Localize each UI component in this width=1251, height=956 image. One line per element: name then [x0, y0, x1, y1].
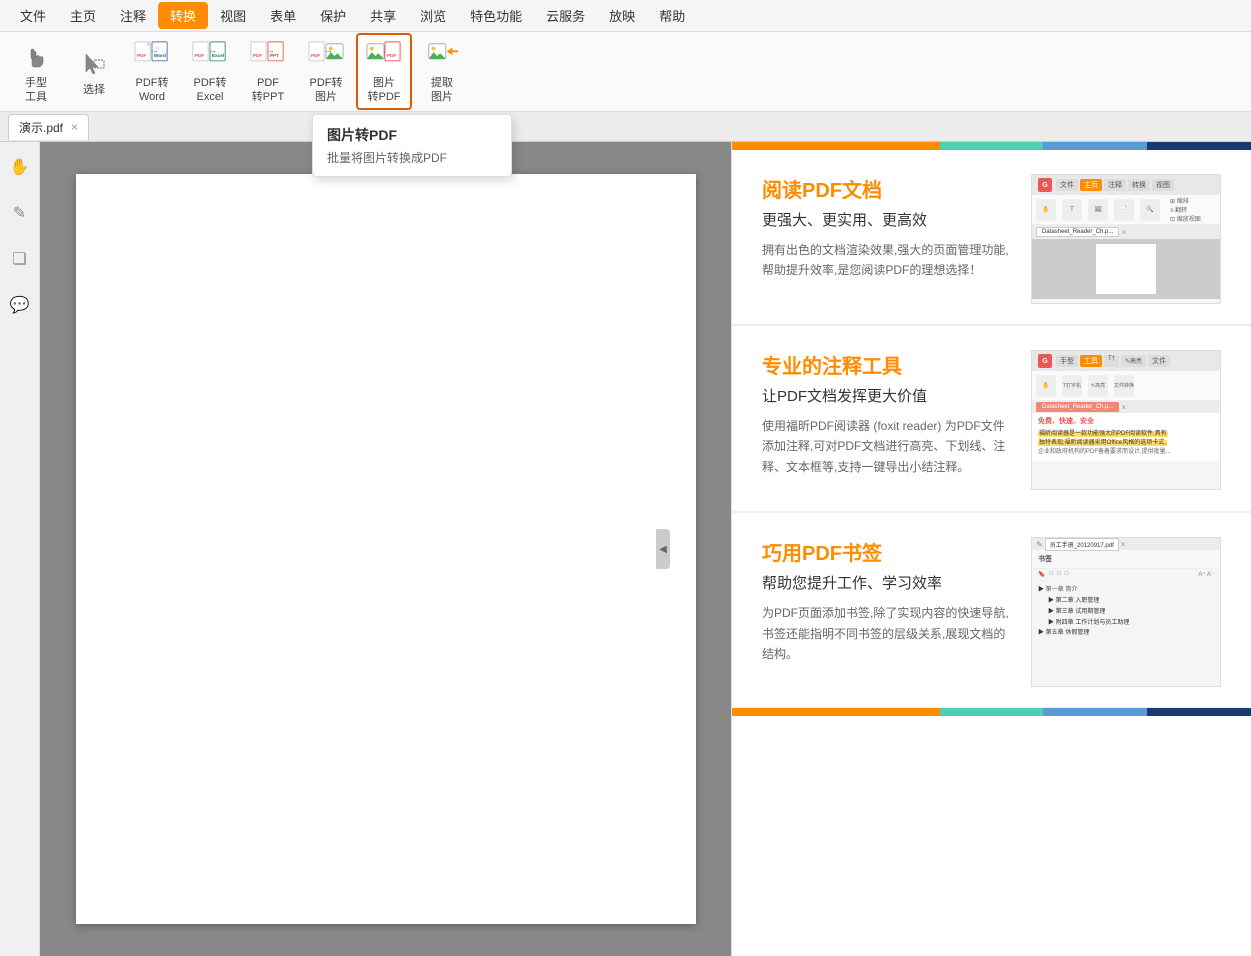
tooltip-title: 图片转PDF — [327, 125, 497, 145]
img-pdf-icon: → PDF — [366, 39, 402, 75]
img-to-pdf-label: 图片转PDF — [368, 77, 401, 103]
pdf-area — [40, 142, 731, 956]
svg-text:→: → — [324, 46, 333, 56]
svg-text:PDF: PDF — [387, 53, 397, 59]
color-bar-blue — [1043, 142, 1147, 150]
mini-tabs: 文件 主页 注释 转换 视图 — [1056, 179, 1174, 191]
svg-text:→: → — [208, 46, 217, 56]
pdf-to-excel-button[interactable]: PDF Excel → PDF转Excel — [182, 35, 238, 107]
pdf-to-img-button[interactable]: PDF → PDF转图片 — [298, 35, 354, 107]
select-tool-label: 选择 — [83, 84, 105, 97]
tab-bar: 演示.pdf × — [0, 112, 1251, 142]
hand-tool-label: 手型工具 — [25, 77, 47, 103]
menu-view[interactable]: 视图 — [208, 2, 258, 29]
mini-logo: G — [1038, 178, 1052, 192]
toolbar: 手型工具 选择 PDF W Word → PDF转Word — [0, 32, 1251, 112]
pdf-to-word-label: PDF转Word — [136, 77, 169, 103]
svg-text:→: → — [150, 46, 159, 56]
menu-browse[interactable]: 浏览 — [408, 2, 458, 29]
pdf-word-icon: PDF W Word → — [134, 39, 170, 75]
pdf-to-word-button[interactable]: PDF W Word → PDF转Word — [124, 35, 180, 107]
document-tab[interactable]: 演示.pdf × — [8, 114, 89, 140]
feature-bookmarks: ✎ 员工手册_20120917.pdf × 书签 🔖□□□A⁺ A⁻ ▶ 第一章… — [732, 513, 1251, 708]
sidebar-pages-icon[interactable]: ❏ — [5, 244, 35, 274]
menu-special[interactable]: 特色功能 — [458, 2, 534, 29]
feature-read-screenshot: G 文件 主页 注释 转换 视图 ✋ T 🖼 📄 🔍 ⊞ 缩排≡ 翻转⊡ — [1031, 174, 1221, 304]
feature-annotation: G 手型 工具 T† ✎高亮 文件 ✋ T打字机 ✎高亮 文件转换 — [732, 326, 1251, 512]
svg-text:PDF: PDF — [311, 53, 321, 59]
select-tool-button[interactable]: 选择 — [66, 40, 122, 104]
pdf-img-icon: PDF → — [308, 39, 344, 75]
pdf-to-img-label: PDF转图片 — [310, 77, 343, 103]
feature-bookmarks-screenshot: ✎ 员工手册_20120917.pdf × 书签 🔖□□□A⁺ A⁻ ▶ 第一章… — [1031, 537, 1221, 687]
left-sidebar: ✋ ✎ ❏ 💬 — [0, 142, 40, 956]
select-icon — [76, 46, 112, 82]
bottom-bar-darkblue — [1147, 708, 1251, 716]
bottom-bar-teal — [940, 708, 1044, 716]
mini-logo-2: G — [1038, 354, 1052, 368]
menu-share[interactable]: 共享 — [358, 2, 408, 29]
extract-icon — [424, 39, 460, 75]
menu-form[interactable]: 表单 — [258, 2, 308, 29]
sidebar-comment-icon[interactable]: 💬 — [5, 290, 35, 320]
main-area: ✋ ✎ ❏ 💬 ◀ G 文件 主页 — [0, 142, 1251, 956]
bottom-bar-blue — [1043, 708, 1147, 716]
hand-tool-button[interactable]: 手型工具 — [8, 35, 64, 107]
color-bar-teal — [940, 142, 1044, 150]
menu-annotation[interactable]: 注释 — [108, 2, 158, 29]
pdf-to-ppt-label: PDF转PPT — [252, 77, 284, 103]
color-bar-orange — [732, 142, 940, 150]
bottom-color-bar — [732, 708, 1251, 716]
svg-text:PDF: PDF — [195, 53, 205, 59]
extract-img-button[interactable]: 提取图片 — [414, 35, 470, 107]
menu-file[interactable]: 文件 — [8, 2, 58, 29]
pdf-page — [76, 174, 696, 924]
collapse-panel-button[interactable]: ◀ — [656, 529, 670, 569]
hand-icon — [18, 39, 54, 75]
menu-present[interactable]: 放映 — [597, 2, 647, 29]
menu-cloud[interactable]: 云服务 — [534, 2, 597, 29]
pdf-ppt-icon: PDF PPT → — [250, 39, 286, 75]
tooltip-box: 图片转PDF 批量将图片转换成PDF — [312, 114, 512, 177]
feature-annotation-screenshot: G 手型 工具 T† ✎高亮 文件 ✋ T打字机 ✎高亮 文件转换 — [1031, 350, 1221, 490]
tab-filename: 演示.pdf — [19, 119, 63, 136]
svg-text:PDF: PDF — [253, 53, 263, 59]
feature-read-pdf: G 文件 主页 注释 转换 视图 ✋ T 🖼 📄 🔍 ⊞ 缩排≡ 翻转⊡ — [732, 150, 1251, 325]
tooltip-desc: 批量将图片转换成PDF — [327, 149, 497, 166]
menu-bar: 文件 主页 注释 转换 视图 表单 保护 共享 浏览 特色功能 云服务 放映 帮… — [0, 0, 1251, 32]
svg-text:PDF: PDF — [137, 53, 147, 59]
top-color-bar — [732, 142, 1251, 150]
sidebar-hand-icon[interactable]: ✋ — [5, 152, 35, 182]
pdf-excel-icon: PDF Excel → — [192, 39, 228, 75]
img-to-pdf-button[interactable]: → PDF 图片转PDF — [356, 33, 412, 109]
right-panel: G 文件 主页 注释 转换 视图 ✋ T 🖼 📄 🔍 ⊞ 缩排≡ 翻转⊡ — [731, 142, 1251, 956]
svg-text:→: → — [266, 46, 275, 56]
menu-home[interactable]: 主页 — [58, 2, 108, 29]
bottom-bar-orange — [732, 708, 940, 716]
color-bar-darkblue — [1147, 142, 1251, 150]
menu-help[interactable]: 帮助 — [647, 2, 697, 29]
extract-img-label: 提取图片 — [431, 77, 453, 103]
menu-protect[interactable]: 保护 — [308, 2, 358, 29]
menu-convert[interactable]: 转换 — [158, 2, 208, 29]
tab-close-button[interactable]: × — [71, 120, 78, 134]
pdf-to-excel-label: PDF转Excel — [194, 77, 227, 103]
pdf-to-ppt-button[interactable]: PDF PPT → PDF转PPT — [240, 35, 296, 107]
sidebar-edit-icon[interactable]: ✎ — [5, 198, 35, 228]
